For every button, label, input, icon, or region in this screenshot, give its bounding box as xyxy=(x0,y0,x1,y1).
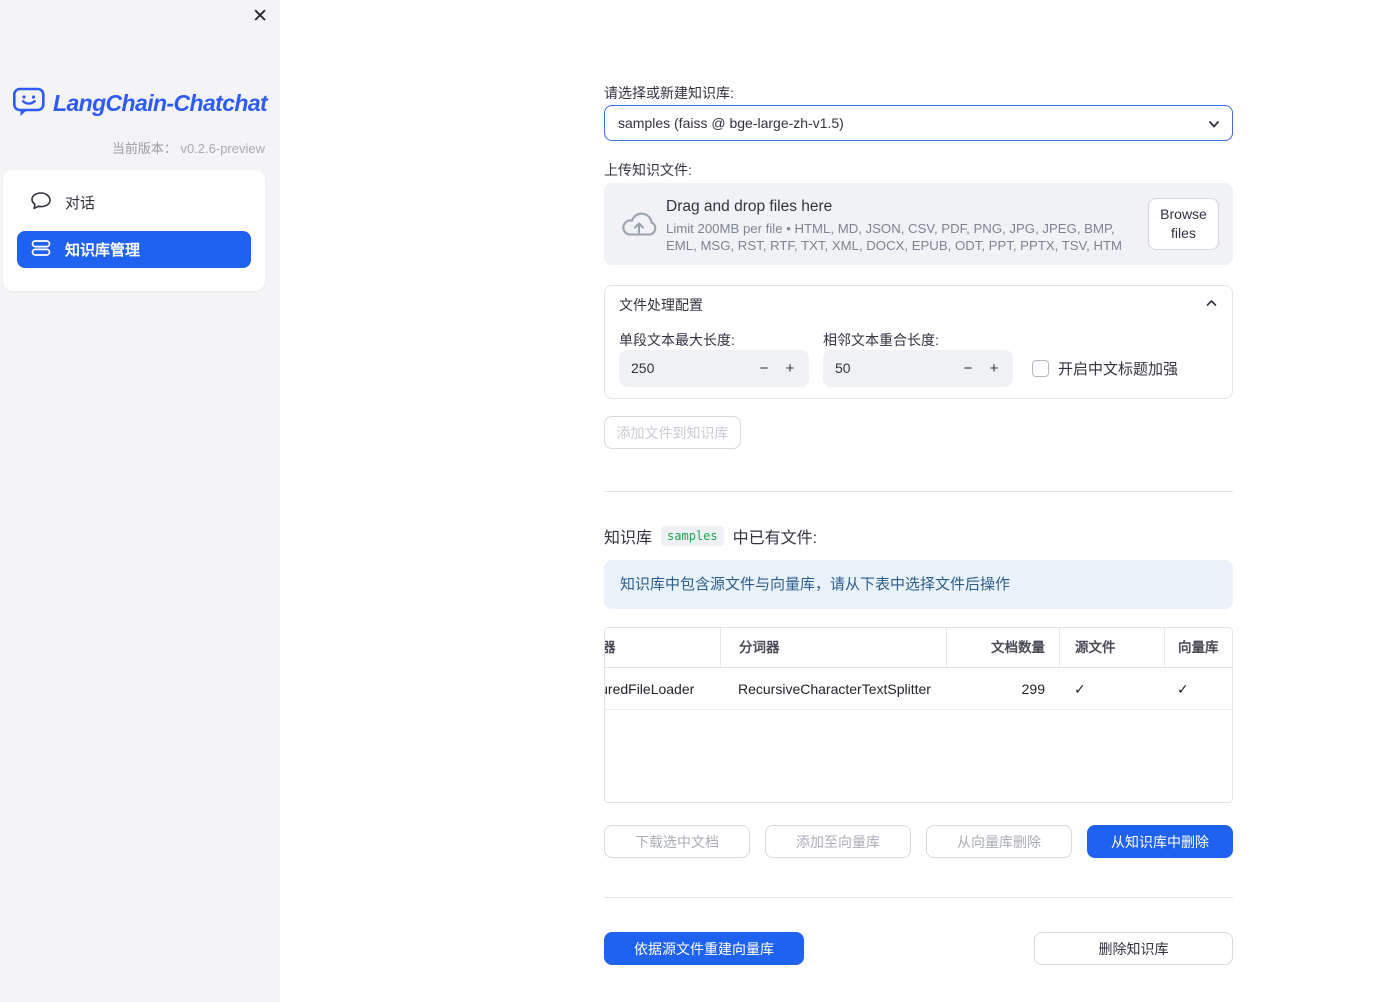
overlap-size-input[interactable]: 50 − + xyxy=(823,350,1013,387)
sidebar-item-label: 对话 xyxy=(65,195,96,212)
delete-kb-button[interactable]: 删除知识库 xyxy=(1034,932,1233,965)
expander-title: 文件处理配置 xyxy=(619,297,703,313)
chunk-size-value: 250 xyxy=(631,360,655,376)
cell-splitter: RecursiveCharacterTextSplitter xyxy=(738,681,931,697)
info-alert-text: 知识库中包含源文件与向量库，请从下表中选择文件后操作 xyxy=(620,576,1011,593)
chevron-up-icon xyxy=(1205,297,1218,313)
sidebar-item-label: 知识库管理 xyxy=(65,242,141,259)
column-header-splitter: 分词器 xyxy=(720,628,946,667)
minus-stepper-icon[interactable]: − xyxy=(955,350,981,387)
expander-header[interactable]: 文件处理配置 xyxy=(605,286,1232,324)
checkbox-unchecked-icon[interactable] xyxy=(1032,360,1049,377)
delete-from-vector-store-button[interactable]: 从向量库删除 xyxy=(926,825,1072,858)
version-info: 当前版本： v0.2.6-preview xyxy=(112,138,265,157)
table-row[interactable]: UnstructuredFileLoader RecursiveCharacte… xyxy=(605,668,1232,710)
cell-loader: UnstructuredFileLoader xyxy=(605,681,695,697)
version-label: 当前版本： xyxy=(111,141,177,156)
upload-label: 上传知识文件: xyxy=(604,162,692,178)
file-dropzone[interactable]: Drag and drop files here Limit 200MB per… xyxy=(604,183,1233,265)
column-header-source-file: 源文件 xyxy=(1059,628,1164,667)
column-header-vector-store: 向量库 xyxy=(1164,628,1232,667)
knowledge-base-icon xyxy=(30,238,52,261)
column-header-loader: 文档加载器 xyxy=(605,628,720,667)
cell-source-file-check: ✓ xyxy=(1074,681,1086,697)
divider xyxy=(604,491,1233,492)
column-header-doc-count: 文档数量 xyxy=(946,628,1059,667)
download-selected-docs-button[interactable]: 下载选中文档 xyxy=(604,825,750,858)
chunk-size-input[interactable]: 250 − + xyxy=(619,350,809,387)
chunk-size-label: 单段文本最大长度: xyxy=(619,332,735,348)
sidebar: ✕ LangChain-Chatchat 当前版本： v0.2.6-previe… xyxy=(0,0,280,1002)
chevron-down-icon xyxy=(1207,117,1221,134)
kb-files-table: 文档加载器 分词器 文档数量 源文件 向量库 UnstructuredFileL… xyxy=(604,627,1233,803)
kb-files-heading: 知识库 samples 中已有文件: xyxy=(604,524,817,548)
heading-prefix: 知识库 xyxy=(604,530,653,547)
logo-title: LangChain-Chatchat xyxy=(53,90,268,116)
heading-suffix: 中已有文件: xyxy=(732,530,818,547)
info-alert: 知识库中包含源文件与向量库，请从下表中选择文件后操作 xyxy=(604,560,1233,609)
cell-vector-store-check: ✓ xyxy=(1177,681,1189,697)
plus-stepper-icon[interactable]: + xyxy=(981,350,1007,387)
dropzone-limit-text: Limit 200MB per file • HTML, MD, JSON, C… xyxy=(666,221,1123,253)
app-window: ✕ LangChain-Chatchat 当前版本： v0.2.6-previe… xyxy=(0,0,1380,1002)
overlap-size-value: 50 xyxy=(835,360,851,376)
divider xyxy=(604,897,1233,898)
sidebar-item-knowledge-base[interactable]: 知识库管理 xyxy=(17,231,251,268)
add-files-to-kb-button[interactable]: 添加文件到知识库 xyxy=(604,416,741,449)
chat-bubble-icon xyxy=(30,191,52,214)
app-logo: LangChain-Chatchat xyxy=(12,86,268,121)
table-header-row: 文档加载器 分词器 文档数量 源文件 向量库 xyxy=(605,628,1232,668)
cell-doc-count: 299 xyxy=(1021,681,1045,697)
zh-title-enhance-checkbox-row[interactable]: 开启中文标题加强 xyxy=(1032,358,1178,379)
delete-from-kb-button[interactable]: 从知识库中删除 xyxy=(1087,825,1233,858)
minus-stepper-icon[interactable]: − xyxy=(751,350,777,387)
add-to-vector-store-button[interactable]: 添加至向量库 xyxy=(765,825,911,858)
version-value: v0.2.6-preview xyxy=(180,141,265,156)
kb-select-value: samples (faiss @ bge-large-zh-v1.5) xyxy=(618,115,844,131)
kb-name-code-chip: samples xyxy=(661,526,724,546)
kb-select[interactable]: samples (faiss @ bge-large-zh-v1.5) xyxy=(604,105,1233,141)
cloud-upload-icon xyxy=(619,209,659,242)
plus-stepper-icon[interactable]: + xyxy=(777,350,803,387)
sidebar-close-icon[interactable]: ✕ xyxy=(252,6,268,28)
kb-select-label: 请选择或新建知识库: xyxy=(604,85,734,101)
overlap-size-label: 相邻文本重合长度: xyxy=(823,332,939,348)
file-config-expander: 文件处理配置 单段文本最大长度: 相邻文本重合长度: 250 − + 50 − … xyxy=(604,285,1233,399)
dropzone-title: Drag and drop files here xyxy=(666,198,833,215)
sidebar-menu: 对话 知识库管理 xyxy=(3,170,265,291)
main-content: 请选择或新建知识库: samples (faiss @ bge-large-zh… xyxy=(604,0,1233,1002)
browse-files-button[interactable]: Browse files xyxy=(1148,198,1219,250)
rebuild-vector-store-button[interactable]: 依据源文件重建向量库 xyxy=(604,932,804,965)
logo-chat-smiley-icon xyxy=(12,86,46,121)
zh-title-enhance-label: 开启中文标题加强 xyxy=(1058,361,1179,378)
sidebar-item-chat[interactable]: 对话 xyxy=(17,184,251,221)
